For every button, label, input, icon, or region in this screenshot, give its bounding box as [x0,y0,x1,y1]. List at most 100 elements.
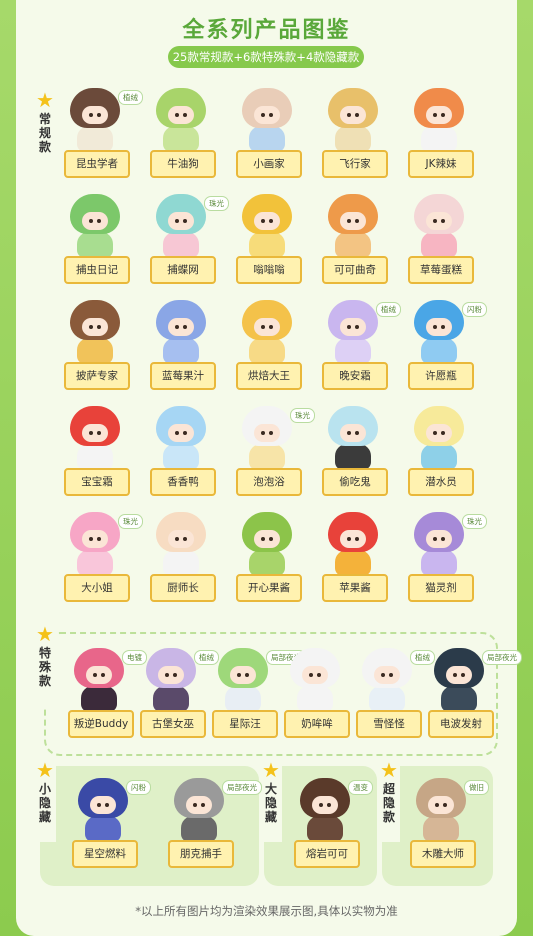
eye-icon [453,673,457,677]
figure-illustration [156,88,206,154]
figure-illustration [328,300,378,366]
figure-card: 宝宝霜 [52,404,138,504]
eye-icon [175,325,179,329]
figure-nameplate: 捕虫日记 [64,256,130,284]
figure-face [428,796,454,814]
figure-illustration [328,512,378,578]
figure-body [335,126,371,152]
eye-icon [97,537,101,541]
finish-badge: 局部夜光 [482,650,522,665]
figure-face [230,666,256,684]
figure-card: 潜水员 [396,404,482,504]
figure-nameplate: 电波发射 [428,710,494,738]
figure-card: 熔岩可可 温变 [282,776,373,876]
figure-card: 厨师长 [138,510,224,610]
finish-badge: 局部夜光 [222,780,262,795]
series-count-pill: 25款常规款+6款特殊款+4款隐藏款 [168,46,364,68]
figure-nameplate: 宝宝霜 [64,468,130,496]
figure-card: 朋克捕手 局部夜光 [156,776,262,876]
figure-body [85,816,121,842]
eye-icon [269,113,273,117]
eye-icon [441,113,445,117]
figure-nameplate: 大小姐 [64,574,130,602]
figure-body [249,444,285,470]
figure-illustration [414,512,464,578]
figure-face [426,424,452,442]
figure-face [168,530,194,548]
figure-body [163,550,199,576]
figure-card: 捕蝶网 珠光 [138,192,229,292]
figure-nameplate: 熔岩可可 [294,840,360,868]
figure-nameplate: 蓝莓果汁 [150,362,216,390]
figure-nameplate: 厨师长 [150,574,216,602]
figure-nameplate: 捕蝶网 [150,256,216,284]
figure-body [249,232,285,258]
eye-icon [327,803,331,807]
eye-icon [173,673,177,677]
section-label-text: 大隐藏 [264,782,277,824]
figure-illustration [300,778,350,844]
section-label-text: 超隐款 [382,782,395,824]
eye-icon [433,113,437,117]
eye-icon [347,113,351,117]
eye-icon [355,325,359,329]
eye-icon [97,219,101,223]
star-icon: ★ [262,758,280,782]
star-icon: ★ [36,622,54,646]
eye-icon [89,431,93,435]
figure-body [81,686,117,712]
eye-icon [93,673,97,677]
figure-illustration [242,194,292,260]
figure-illustration [156,300,206,366]
figure-face [340,212,366,230]
eye-icon [309,673,313,677]
figure-card: 蓝莓果汁 [138,298,224,398]
figure-nameplate: 小画家 [236,150,302,178]
figure-illustration [156,194,206,260]
figure-card: 昆虫学者 植绒 [52,86,143,186]
eye-icon [461,673,465,677]
figure-face [186,796,212,814]
figure-nameplate: 星际汪 [212,710,278,738]
figure-card: 开心果酱 [224,510,310,610]
figure-nameplate: 猫灵剂 [408,574,474,602]
figure-illustration [156,406,206,472]
eye-icon [183,219,187,223]
figure-card: 飞行家 [310,86,396,186]
figure-body [163,338,199,364]
eye-icon [89,537,93,541]
section-label-text: 常规款 [38,112,51,154]
figure-face [168,318,194,336]
eye-icon [347,431,351,435]
figure-body [225,686,261,712]
figure-card: 电波发射 局部夜光 [416,646,522,746]
figure-nameplate: 嗡嗡嗡 [236,256,302,284]
page-title: 全系列产品图鉴 [182,18,351,43]
figure-body [307,816,343,842]
figure-nameplate: 烘焙大王 [236,362,302,390]
star-icon: ★ [36,758,54,782]
eye-icon [193,803,197,807]
figure-illustration [328,406,378,472]
eye-icon [433,219,437,223]
eye-icon [97,325,101,329]
figure-body [369,686,405,712]
figure-card: 嗡嗡嗡 [224,192,310,292]
figure-card: 晚安霜 植绒 [310,298,401,398]
figure-illustration [78,778,128,844]
figure-face [82,106,108,124]
eye-icon [347,325,351,329]
figure-illustration [70,194,120,260]
section-label-text: 特殊款 [38,646,51,688]
figure-illustration [156,512,206,578]
eye-icon [183,325,187,329]
eye-icon [201,803,205,807]
figure-illustration [70,88,120,154]
figure-body [249,550,285,576]
figure-nameplate: 可可曲奇 [322,256,388,284]
figure-illustration [70,512,120,578]
eye-icon [97,113,101,117]
figure-face [168,212,194,230]
eye-icon [319,803,323,807]
figure-body [335,550,371,576]
